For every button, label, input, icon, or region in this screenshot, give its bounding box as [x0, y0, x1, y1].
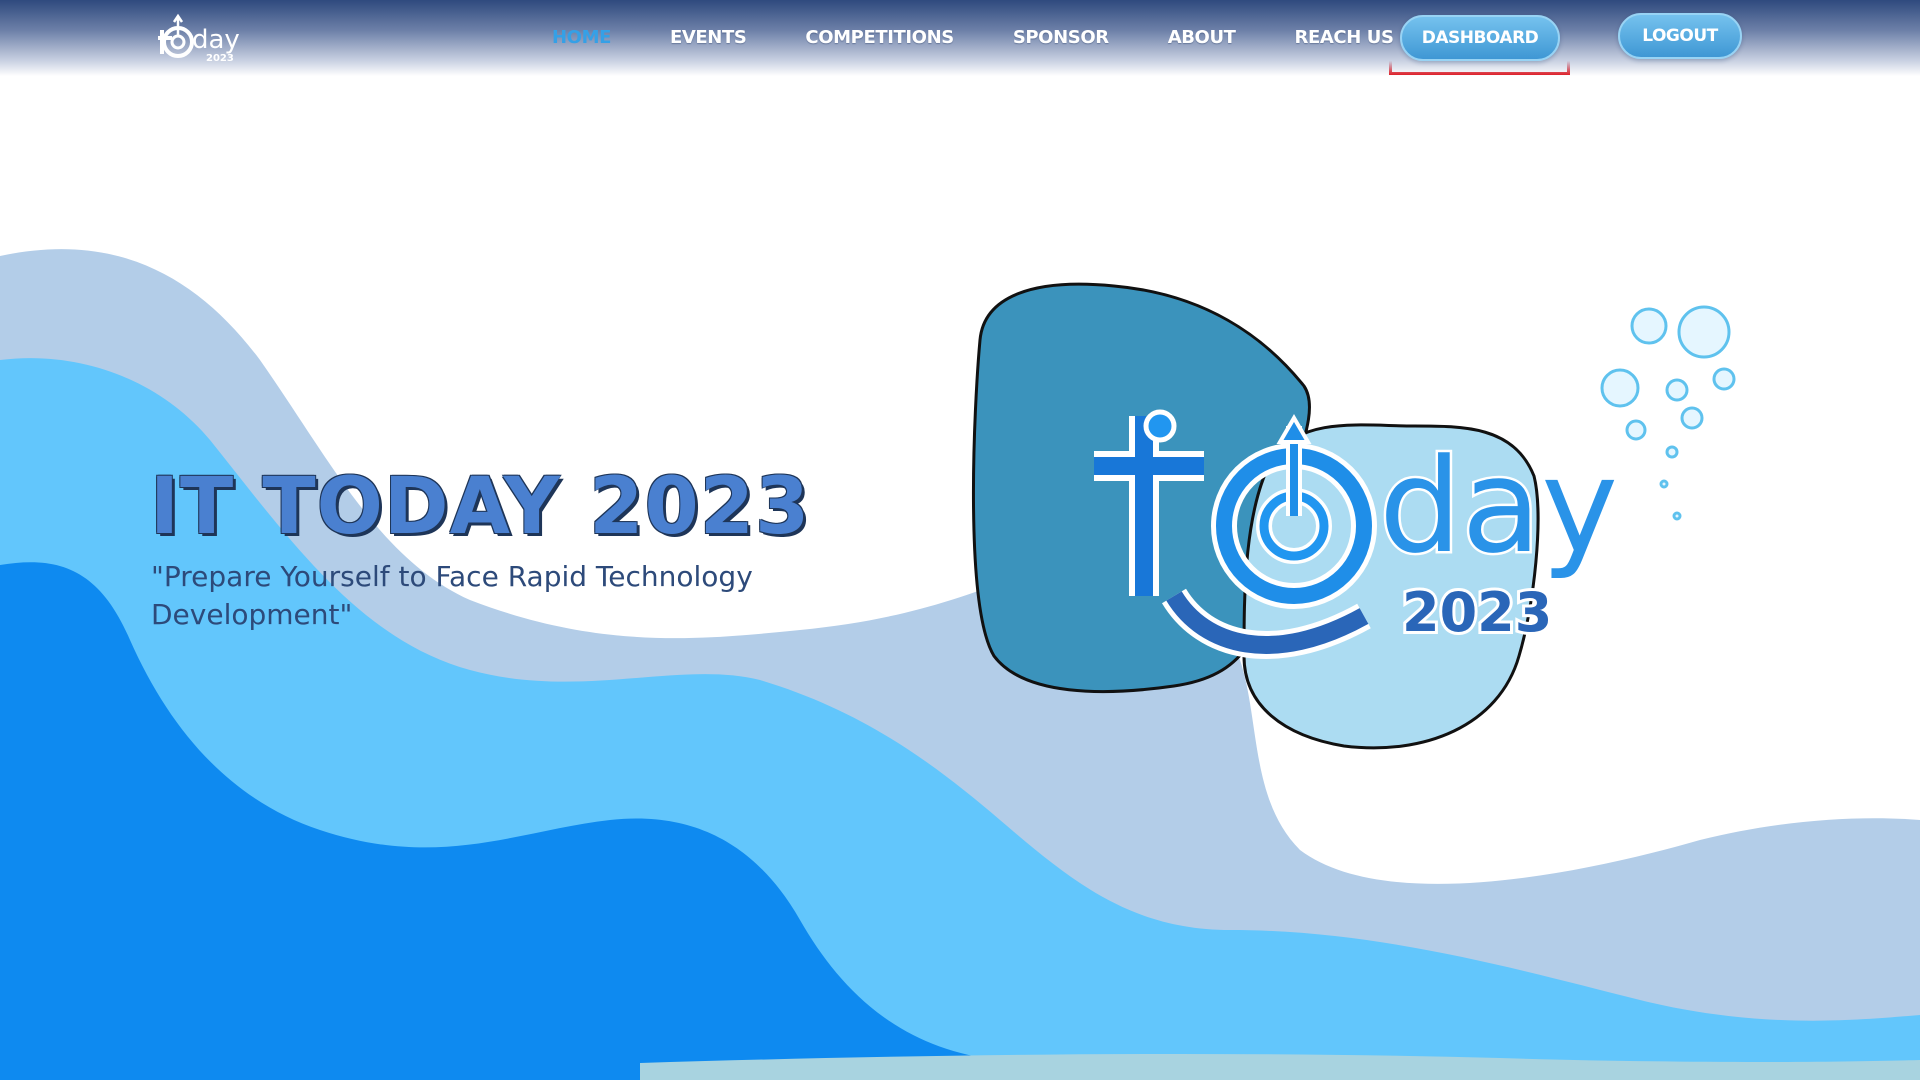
nav-competitions[interactable]: COMPETITIONS: [805, 27, 954, 48]
logout-button[interactable]: LOGOUT: [1618, 13, 1742, 59]
hero-logo-illustration: day 2023: [971, 282, 1736, 750]
nav-home[interactable]: HOME: [552, 27, 611, 48]
hero-title: IT TODAY 2023: [150, 462, 811, 552]
top-navbar: day 2023 HOME EVENTS COMPETITIONS SPONSO…: [0, 0, 1920, 76]
dashboard-button[interactable]: DASHBOARD: [1400, 15, 1560, 61]
nav-events[interactable]: EVENTS: [670, 27, 747, 48]
hero-logo-year: 2023: [1402, 581, 1552, 644]
nav-reach-us[interactable]: REACH US: [1295, 27, 1394, 48]
bubbles-decoration: [1600, 305, 1736, 521]
hero-logo-text: day: [1379, 430, 1618, 582]
main-nav: HOME EVENTS COMPETITIONS SPONSOR ABOUT R…: [552, 24, 1394, 50]
nav-sponsor[interactable]: SPONSOR: [1013, 27, 1109, 48]
nav-about[interactable]: ABOUT: [1168, 27, 1236, 48]
svg-text:day: day: [192, 25, 240, 55]
svg-text:2023: 2023: [206, 53, 234, 64]
hero-tagline: "Prepare Yourself to Face Rapid Technolo…: [151, 560, 753, 631]
page: day 2023 HOME EVENTS COMPETITIONS SPONSO…: [0, 0, 1920, 1080]
brand-logo[interactable]: day 2023: [148, 10, 248, 66]
